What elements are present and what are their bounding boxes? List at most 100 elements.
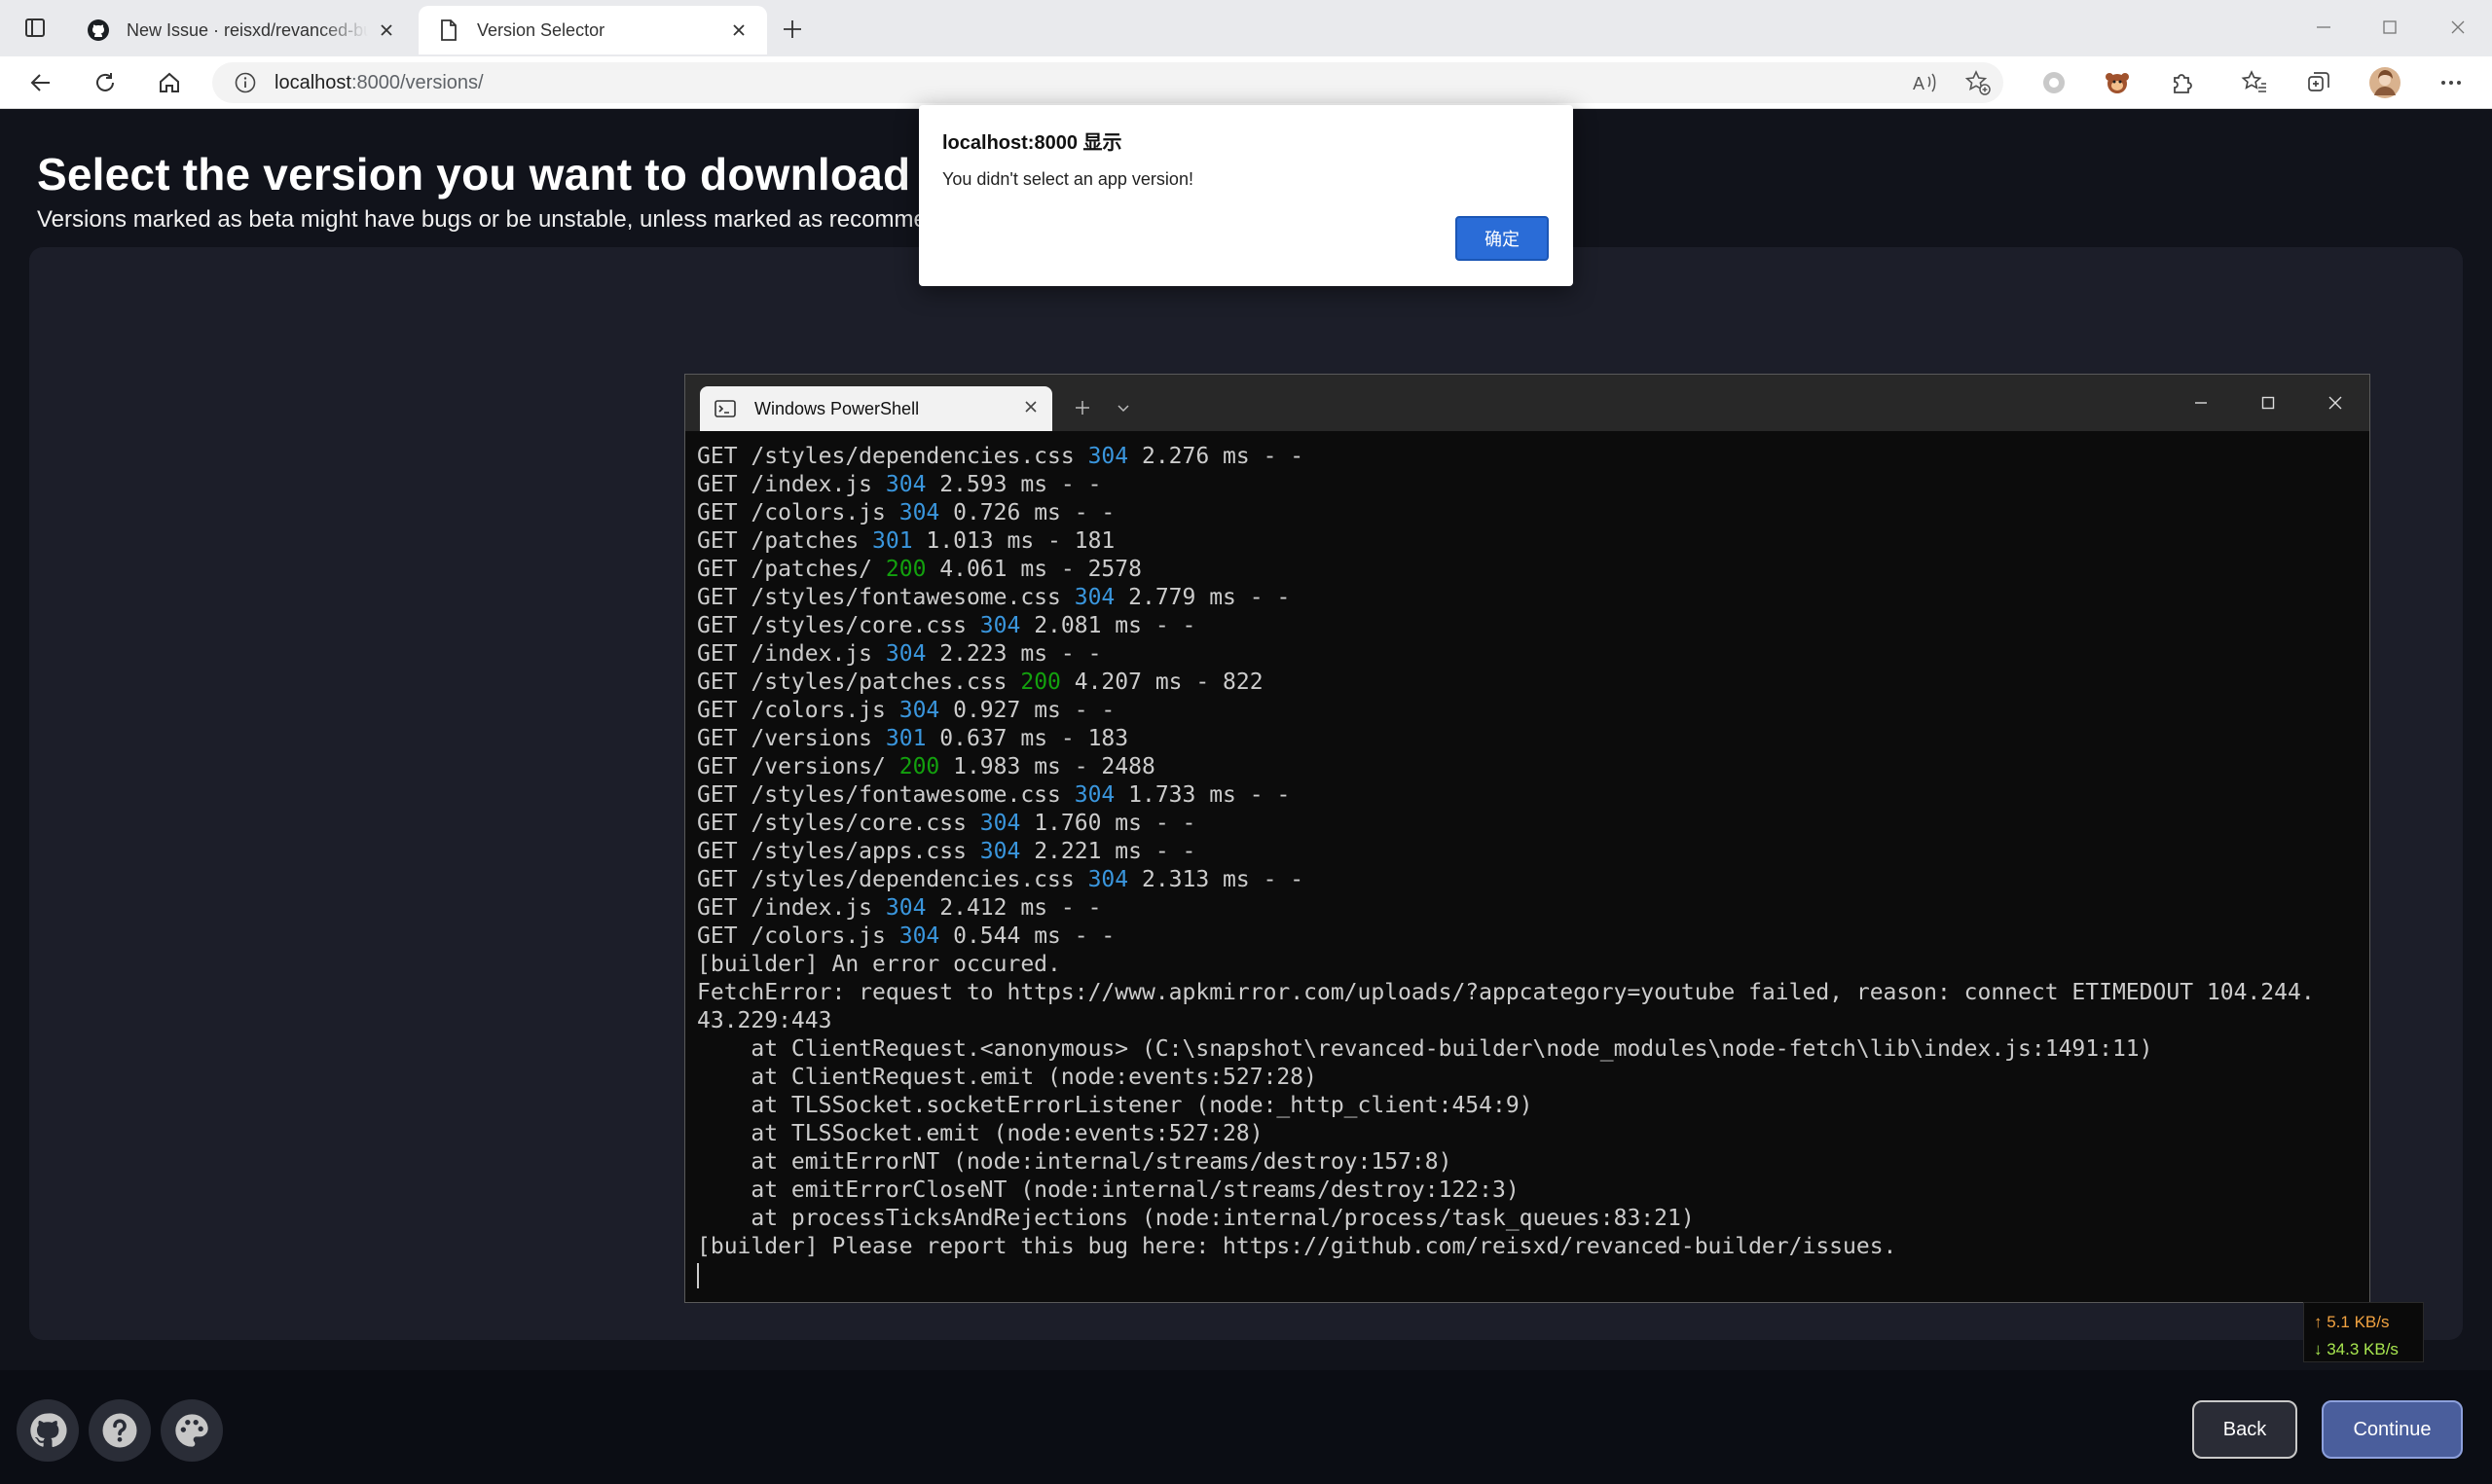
page-title: Select the version you want to download <box>37 149 911 199</box>
monkey-extension-icon[interactable] <box>2098 64 2137 101</box>
terminal-line: GET /index.js 304 2.593 ms - - <box>697 472 1102 497</box>
terminal-line: GET /colors.js 304 0.927 ms - - <box>697 698 1116 723</box>
terminal-line: GET /styles/patches.css 200 4.207 ms - 8… <box>697 670 1264 695</box>
status-code: 304 <box>979 839 1021 864</box>
maximize-icon[interactable] <box>2367 10 2412 45</box>
reload-icon[interactable] <box>86 65 125 100</box>
status-code: 200 <box>885 557 927 582</box>
page-subtitle: Versions marked as beta might have bugs … <box>37 206 923 233</box>
address-bar[interactable]: localhost:8000/versions/ <box>212 62 2003 103</box>
new-tab-icon[interactable] <box>1065 390 1100 425</box>
text-cursor <box>697 1262 699 1288</box>
terminal-line: GET /versions 301 0.637 ms - 183 <box>697 726 1129 751</box>
terminal-line: at TLSSocket.emit (node:events:527:28) <box>697 1121 1264 1146</box>
read-aloud-icon[interactable]: A <box>1908 64 1943 101</box>
terminal-line: [builder] Please report this bug here: h… <box>697 1234 1897 1259</box>
status-code: 304 <box>898 698 940 723</box>
minimize-icon[interactable] <box>2301 10 2346 45</box>
tab-title: Version Selector <box>477 19 605 40</box>
terminal-line: GET /styles/core.css 304 1.760 ms - - <box>697 811 1196 836</box>
terminal-line: GET /versions/ 200 1.983 ms - 2488 <box>697 754 1155 779</box>
terminal-line: 43.229:443 <box>697 1008 832 1033</box>
terminal-line: at ClientRequest.<anonymous> (C:\snapsho… <box>697 1036 2153 1062</box>
close-window-icon[interactable] <box>2436 10 2480 45</box>
terminal-line: GET /styles/core.css 304 2.081 ms - - <box>697 613 1196 638</box>
terminal-line: at emitErrorNT (node:internal/streams/de… <box>697 1149 1452 1175</box>
powershell-window: Windows PowerShell GET /styles/dependenc… <box>684 374 2370 1303</box>
terminal-line: GET /colors.js 304 0.544 ms - - <box>697 923 1116 949</box>
profile-avatar[interactable] <box>2365 64 2404 101</box>
back-button[interactable]: Back <box>2192 1400 2297 1459</box>
github-icon[interactable] <box>17 1399 79 1462</box>
close-window-icon[interactable] <box>2313 385 2358 420</box>
terminal-line: at emitErrorCloseNT (node:internal/strea… <box>697 1177 1520 1203</box>
upload-speed: ↑ 5.1 KB/s <box>2314 1313 2390 1331</box>
network-speed-widget: ↑ 5.1 KB/s ↓ 34.3 KB/s <box>2303 1302 2424 1362</box>
close-tab-icon[interactable] <box>728 19 750 41</box>
close-tab-icon[interactable] <box>376 19 397 41</box>
page-icon <box>436 18 461 43</box>
alert-title: localhost:8000 显示 <box>942 132 1122 154</box>
terminal-line: GET /colors.js 304 0.726 ms - - <box>697 500 1116 525</box>
close-tab-icon[interactable] <box>1023 399 1039 419</box>
terminal-cursor-line <box>697 1261 2362 1289</box>
favorites-icon[interactable] <box>2235 64 2274 101</box>
favorite-add-icon[interactable] <box>1961 64 1996 101</box>
terminal-line: GET /patches 301 1.013 ms - 181 <box>697 528 1116 554</box>
tab-new-issue[interactable]: New Issue · reisxd/revanced-builder <box>68 6 415 54</box>
terminal-line: GET /styles/dependencies.css 304 2.313 m… <box>697 867 1304 892</box>
download-speed: ↓ 34.3 KB/s <box>2314 1340 2399 1358</box>
status-code: 304 <box>1087 444 1129 469</box>
home-icon[interactable] <box>150 65 189 100</box>
status-code: 304 <box>898 923 940 949</box>
record-icon[interactable] <box>2034 64 2073 101</box>
browser-tab-strip: New Issue · reisxd/revanced-builder Vers… <box>0 0 2492 56</box>
status-code: 200 <box>1020 670 1061 695</box>
more-icon[interactable] <box>2432 64 2471 101</box>
help-icon[interactable] <box>89 1399 151 1462</box>
status-code: 304 <box>979 613 1021 638</box>
palette-icon[interactable] <box>161 1399 223 1462</box>
chevron-down-icon[interactable] <box>1106 390 1141 425</box>
url-text: localhost:8000/versions/ <box>275 71 484 93</box>
terminal-titlebar: Windows PowerShell <box>685 375 2369 431</box>
status-code: 301 <box>885 726 927 751</box>
status-code: 301 <box>872 528 913 554</box>
page-footer: Back Continue <box>0 1370 2492 1484</box>
terminal-line: GET /styles/fontawesome.css 304 2.779 ms… <box>697 585 1291 610</box>
tab-actions-icon[interactable] <box>18 14 53 43</box>
terminal-line: FetchError: request to https://www.apkmi… <box>697 980 2315 1005</box>
minimize-icon[interactable] <box>2179 385 2223 420</box>
tab-version-selector[interactable]: Version Selector <box>419 6 767 54</box>
svg-text:A: A <box>1913 74 1924 93</box>
new-tab-icon[interactable] <box>777 14 808 45</box>
extensions-icon[interactable] <box>2163 64 2202 101</box>
github-icon <box>86 18 111 43</box>
terminal-line: at TLSSocket.socketErrorListener (node:_… <box>697 1093 1533 1118</box>
status-code: 304 <box>979 811 1021 836</box>
status-code: 304 <box>898 500 940 525</box>
site-info-icon[interactable] <box>234 71 257 94</box>
terminal-tab[interactable]: Windows PowerShell <box>700 386 1052 431</box>
terminal-line: at processTicksAndRejections (node:inter… <box>697 1206 1695 1231</box>
powershell-icon <box>714 398 737 419</box>
status-code: 200 <box>898 754 940 779</box>
terminal-tab-title: Windows PowerShell <box>754 398 920 418</box>
terminal-output[interactable]: GET /styles/dependencies.css 304 2.276 m… <box>697 443 2362 1289</box>
alert-ok-button[interactable]: 确定 <box>1455 216 1549 261</box>
terminal-line: GET /styles/apps.css 304 2.221 ms - - <box>697 839 1196 864</box>
terminal-line: at ClientRequest.emit (node:events:527:2… <box>697 1065 1317 1090</box>
continue-button[interactable]: Continue <box>2322 1400 2463 1459</box>
status-code: 304 <box>885 895 927 921</box>
terminal-line: GET /index.js 304 2.223 ms - - <box>697 641 1102 667</box>
terminal-line: GET /patches/ 200 4.061 ms - 2578 <box>697 557 1142 582</box>
terminal-line: GET /styles/fontawesome.css 304 1.733 ms… <box>697 782 1291 808</box>
back-arrow-icon[interactable] <box>21 65 60 100</box>
status-code: 304 <box>885 641 927 667</box>
maximize-icon[interactable] <box>2246 385 2290 420</box>
collections-icon[interactable] <box>2299 64 2338 101</box>
alert-dialog: localhost:8000 显示 You didn't select an a… <box>919 105 1573 286</box>
alert-message: You didn't select an app version! <box>942 169 1193 189</box>
terminal-line: GET /styles/dependencies.css 304 2.276 m… <box>697 444 1304 469</box>
terminal-line: [builder] An error occured. <box>697 952 1061 977</box>
